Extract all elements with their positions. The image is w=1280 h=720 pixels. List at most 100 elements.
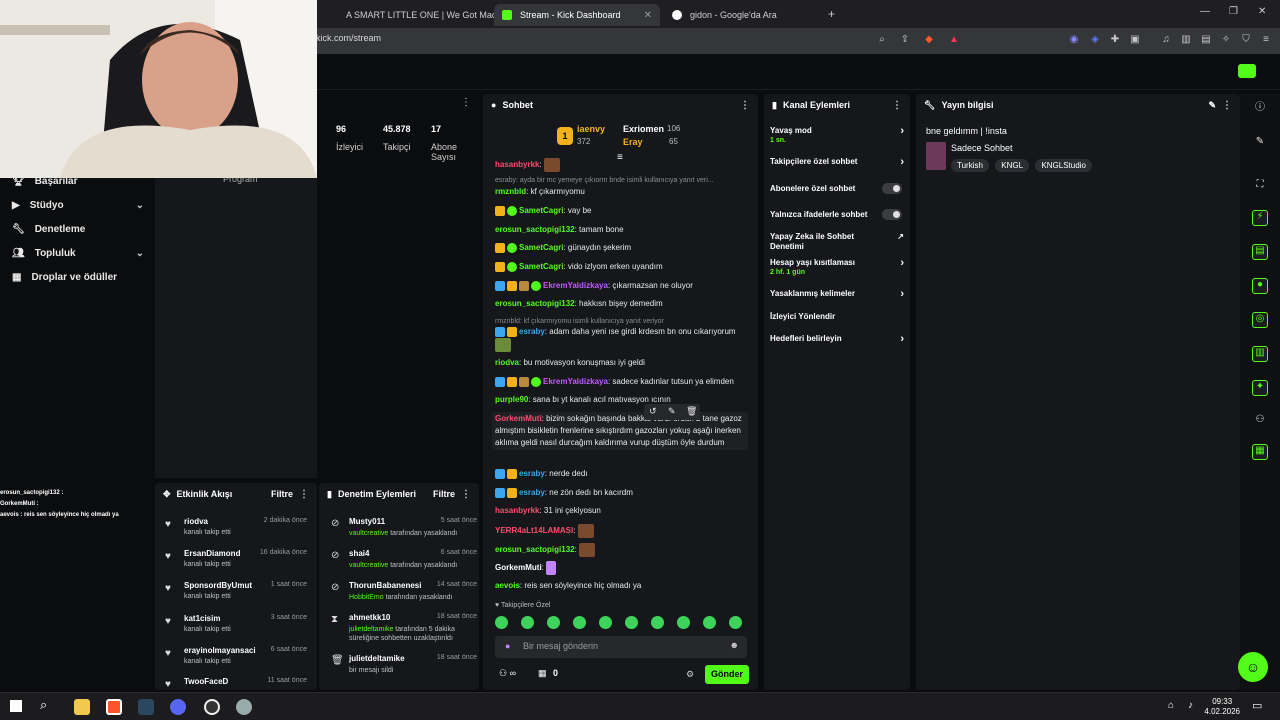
- calendar-icon[interactable]: ▦: [1252, 444, 1268, 460]
- stream-tag[interactable]: KNGL: [995, 159, 1030, 172]
- clipboard-icon[interactable]: ▤: [1252, 244, 1268, 260]
- chat-message[interactable]: hasanbyrkk:: [495, 158, 745, 172]
- delete-icon[interactable]: 🗑︎: [686, 405, 697, 417]
- people-icon[interactable]: ⚇: [1254, 414, 1266, 426]
- emote-button[interactable]: [703, 616, 716, 629]
- chat-message[interactable]: SametCagri: vido izlyom erken uyandım: [495, 261, 745, 273]
- extensions-puzzle-icon[interactable]: ✚: [1109, 34, 1121, 46]
- chat-message-input[interactable]: ● Bir mesaj gönderin ☻: [495, 636, 747, 658]
- network-icon[interactable]: ⌂: [1168, 700, 1174, 711]
- chat-message[interactable]: SametCagri: vay be: [495, 205, 745, 217]
- filter-button[interactable]: Filtre: [433, 489, 455, 499]
- steam-icon[interactable]: [138, 699, 154, 715]
- action-subscribers-only[interactable]: Abonelere özel sohbet: [770, 183, 904, 194]
- action-goals[interactable]: Hedefleri belirleyin ›: [770, 334, 904, 345]
- reply-icon[interactable]: ↺: [649, 405, 657, 417]
- sidebar-item-drops[interactable]: ▦ Droplar ve ödüller: [12, 272, 144, 283]
- menu-dots-icon[interactable]: ⋮: [740, 100, 750, 111]
- chat-message[interactable]: rmznbld: kf çıkarmıyomu: [495, 186, 745, 198]
- chat-message[interactable]: SametCagri: günaydın şekerim: [495, 242, 745, 254]
- maximize-icon[interactable]: ❐: [1229, 6, 1238, 17]
- emotes-only-toggle[interactable]: [882, 209, 902, 220]
- wrench-icon[interactable]: ✦: [1252, 380, 1268, 396]
- emote-button[interactable]: [599, 616, 612, 629]
- windows-start-icon[interactable]: [10, 700, 22, 712]
- chat-message[interactable]: EkremYaldizkaya: sadece kadınlar tutsun …: [495, 376, 745, 388]
- action-raid[interactable]: İzleyici Yönlendir: [770, 312, 904, 322]
- action-account-age[interactable]: Hesap yaşı kısıtlaması 2 hf. 1 gün ›: [770, 258, 904, 278]
- chat-message[interactable]: riodva: bu motivasyon konuşması iyi geld…: [495, 357, 745, 369]
- menu-dots-icon[interactable]: ⋮: [299, 489, 309, 500]
- chat-message[interactable]: GorkemMuti:: [495, 561, 745, 575]
- chat-message[interactable]: hasanbyrkk: 31 ini çekiyosun: [495, 505, 745, 517]
- action-ai-moderation[interactable]: Yapay Zeka ile Sohbet Denetimi ↗: [770, 232, 904, 252]
- stream-tag[interactable]: Turkish: [951, 159, 989, 172]
- emote-button[interactable]: [573, 616, 586, 629]
- chat-message[interactable]: esraby: ne zön dedı bn kacırdm: [495, 487, 745, 499]
- brave-shield-icon[interactable]: ◆: [923, 34, 935, 46]
- server-icon[interactable]: ▥: [1252, 346, 1268, 362]
- discord-icon[interactable]: [170, 699, 186, 715]
- chat-message-hovered[interactable]: GorkemMuti: bizim sokağın başında bakkal…: [492, 404, 748, 450]
- notification-icon[interactable]: ▭: [1252, 699, 1262, 712]
- media-icon[interactable]: ♫: [1160, 34, 1172, 46]
- close-tab-icon[interactable]: ✕: [644, 10, 652, 21]
- chat-message[interactable]: esraby: adam daha yeni ıse girdi krdesm …: [495, 326, 745, 352]
- pin-icon[interactable]: ✎: [668, 405, 676, 417]
- browser-tab-youtube[interactable]: A SMART LITTLE ONE | We Got Mad: [330, 4, 497, 26]
- sidebar-item-moderation[interactable]: 🔧︎ Denetleme: [12, 224, 144, 235]
- chat-message[interactable]: esraby: nerde dedı: [495, 468, 745, 480]
- action-banned-words[interactable]: Yasaklanmış kelimeler ›: [770, 289, 904, 300]
- url-text[interactable]: kick.com/stream: [316, 33, 381, 43]
- leo-ai-icon[interactable]: ✧: [1220, 34, 1232, 46]
- zoom-icon[interactable]: ⌕: [876, 34, 888, 46]
- close-window-icon[interactable]: ✕: [1258, 6, 1266, 17]
- wallet-icon[interactable]: ▤: [1200, 34, 1212, 46]
- emote-button[interactable]: [651, 616, 664, 629]
- extension-icon[interactable]: ◉: [1068, 34, 1080, 46]
- chat-message[interactable]: purple90: sana bı yt kanalı acıl matıvas…: [495, 394, 745, 406]
- subscribers-only-toggle[interactable]: [882, 183, 902, 194]
- stats-menu-icon[interactable]: ⋮: [461, 97, 471, 108]
- chat-message[interactable]: EkremYaldizkaya: çıkarmazsan ne oluyor: [495, 280, 745, 292]
- info-icon[interactable]: ⓘ: [1254, 102, 1266, 114]
- share-icon[interactable]: ⇪: [899, 34, 911, 46]
- taskbar-clock[interactable]: 09:33 4.02.2026: [1204, 697, 1240, 717]
- sidebar-toggle-icon[interactable]: ▥: [1180, 34, 1192, 46]
- send-button[interactable]: Gönder: [705, 665, 749, 684]
- menu-icon[interactable]: ≡: [1260, 34, 1272, 46]
- kick-studio-icon[interactable]: [1238, 64, 1256, 78]
- microphone-icon[interactable]: ●: [505, 641, 510, 651]
- stream-tag[interactable]: KNGLStudio: [1035, 159, 1092, 172]
- help-chat-button[interactable]: ☺: [1238, 652, 1268, 682]
- pencil-icon[interactable]: ✎: [1254, 136, 1266, 148]
- rewards-icon[interactable]: ▲: [948, 34, 960, 46]
- broadcast-icon[interactable]: ◎: [1252, 312, 1268, 328]
- browser-tab-google[interactable]: gidon - Google'da Ara: [664, 4, 814, 26]
- chat-message[interactable]: aevois: reis sen söyleyince hiç olmadı y…: [495, 580, 745, 592]
- new-tab-icon[interactable]: +: [828, 7, 835, 21]
- emoji-icon[interactable]: ☻: [730, 640, 739, 650]
- fullscreen-icon[interactable]: ⛶: [1254, 179, 1266, 191]
- filter-button[interactable]: Filtre: [271, 489, 293, 499]
- leaderboard[interactable]: 1 iaenvy 372 Exriomen 106 Eray 65: [557, 124, 697, 150]
- menu-dots-icon[interactable]: ⋮: [892, 100, 902, 111]
- emote-button[interactable]: [495, 616, 508, 629]
- volume-icon[interactable]: ♪: [1188, 700, 1193, 711]
- chat-bubble-icon[interactable]: ●: [1252, 278, 1268, 294]
- obs-icon[interactable]: [204, 699, 220, 715]
- emote-button[interactable]: [729, 616, 742, 629]
- sidebar-item-studio[interactable]: ▶ Stüdyo ⌄: [12, 200, 144, 211]
- emote-button[interactable]: [547, 616, 560, 629]
- menu-dots-icon[interactable]: ⋮: [461, 489, 471, 500]
- chat-message[interactable]: erosun_sactopigi132: tamam bone: [495, 224, 745, 236]
- browser-tab-kick[interactable]: Stream - Kick Dashboard ✕: [494, 4, 660, 26]
- action-followers-only[interactable]: Takipçilere özel sohbet ›: [770, 157, 904, 168]
- chat-message[interactable]: erosun_sactopigi132: hakkısn bişey demed…: [495, 298, 745, 310]
- action-slow-mode[interactable]: Yavaş mod 1 sn. ›: [770, 126, 904, 146]
- menu-dots-icon[interactable]: ⋮: [1222, 100, 1232, 111]
- vpn-icon[interactable]: ⛉: [1240, 34, 1252, 46]
- settings-gear-icon[interactable]: ⚙: [686, 669, 694, 680]
- chat-message[interactable]: erosun_sactopigi132:: [495, 543, 745, 557]
- chat-message[interactable]: YERR4aLt14LAMASI:: [495, 524, 745, 538]
